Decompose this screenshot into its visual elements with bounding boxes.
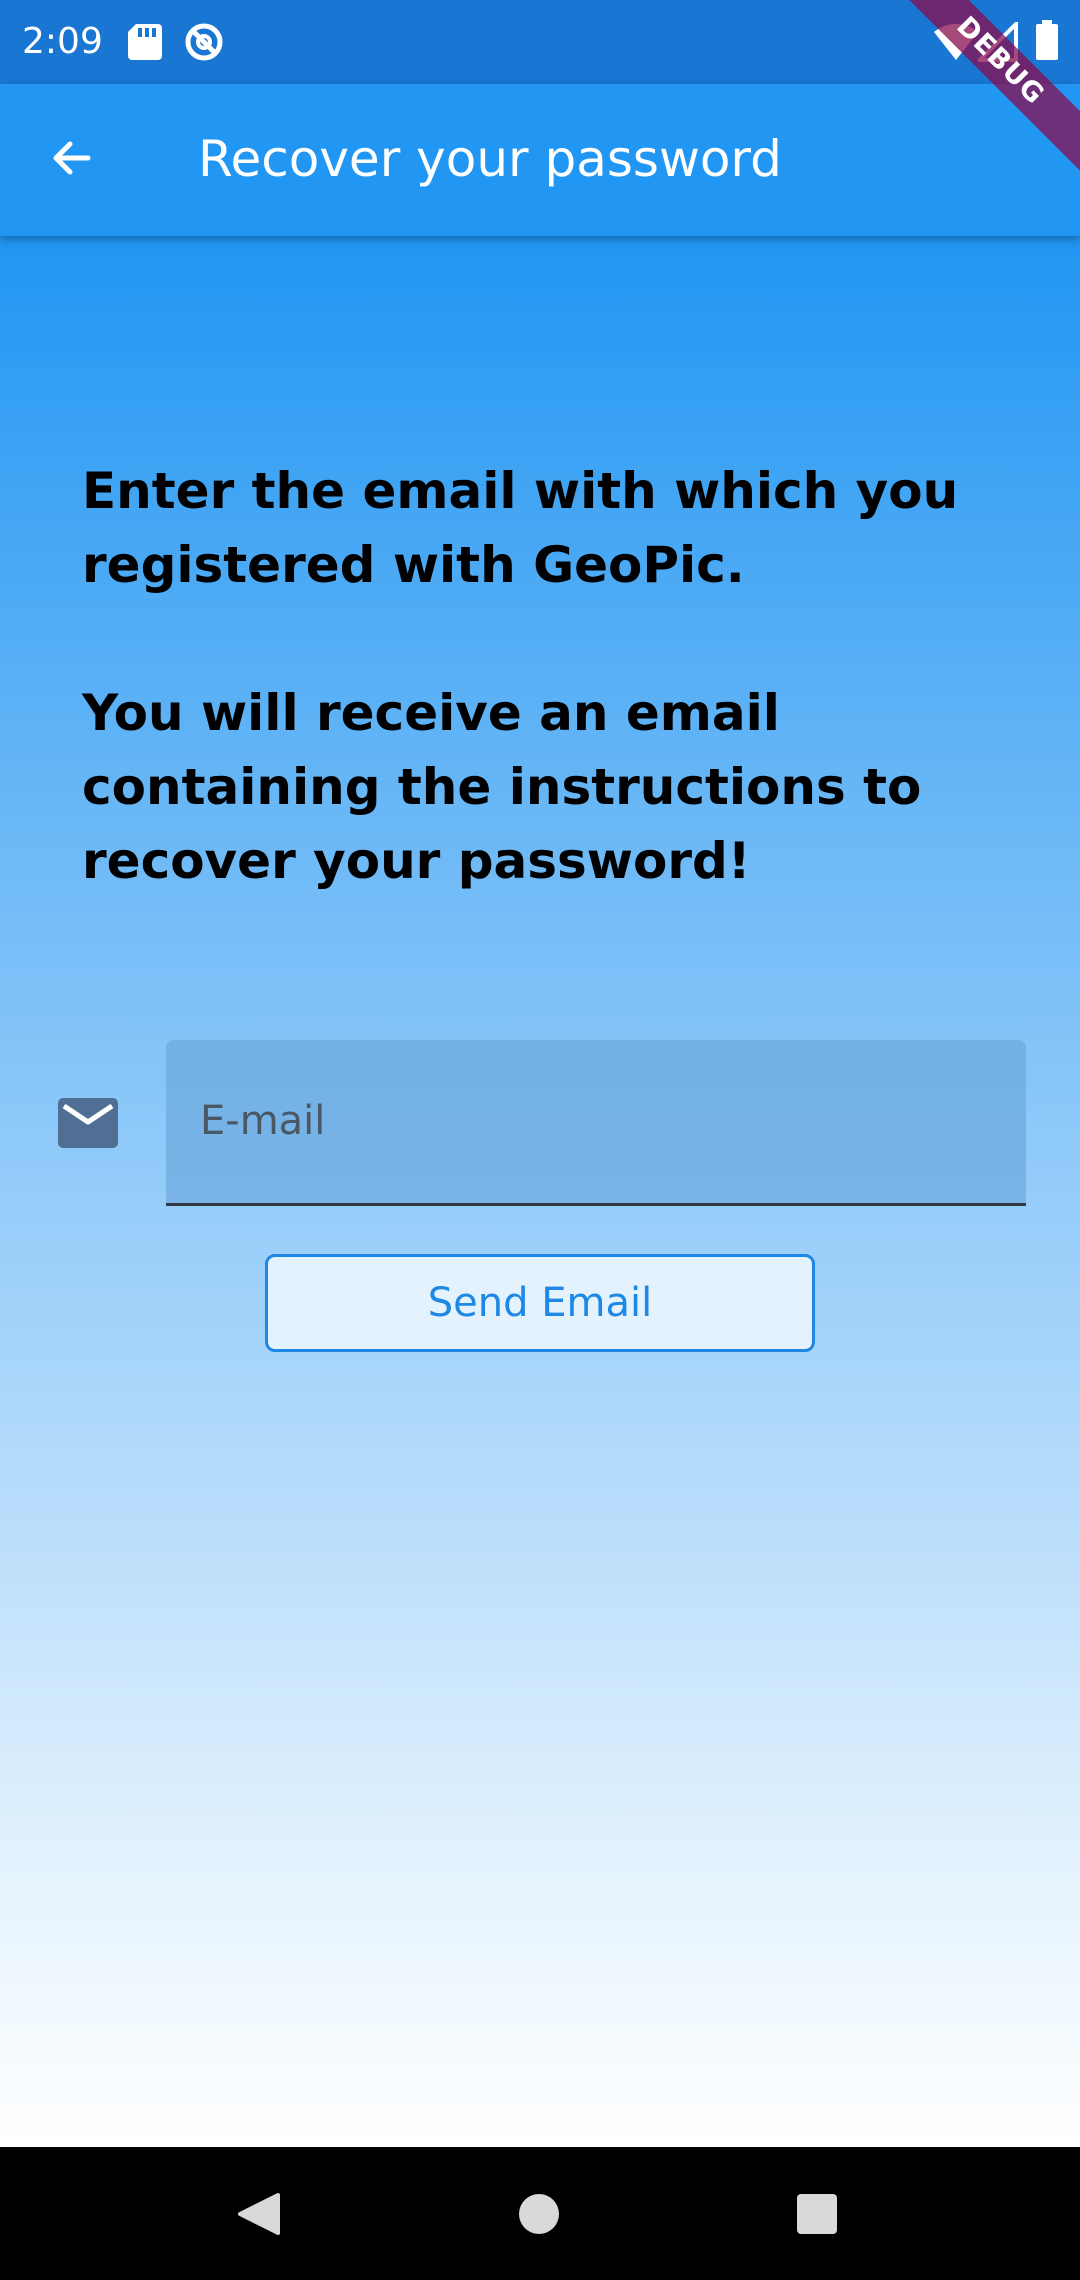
nav-recent-icon[interactable] xyxy=(796,2193,838,2239)
system-nav-bar xyxy=(0,2147,1080,2280)
arrow-left-icon xyxy=(48,134,96,186)
recover-password-form: Enter the email with which you registere… xyxy=(0,236,1080,2147)
nav-home-icon[interactable] xyxy=(518,2193,560,2239)
mail-icon xyxy=(58,1098,118,1152)
app-bar: Recover your password xyxy=(0,84,1080,236)
status-bar: 2:09 xyxy=(0,0,1080,84)
email-field[interactable] xyxy=(166,1040,1026,1206)
page-title: Recover your password xyxy=(198,130,782,188)
send-email-button[interactable]: Send Email xyxy=(265,1254,815,1352)
email-input[interactable] xyxy=(198,1088,982,1154)
back-button[interactable] xyxy=(36,124,108,196)
nav-back-icon[interactable] xyxy=(236,2191,282,2241)
sd-card-icon xyxy=(128,24,162,64)
battery-icon xyxy=(1036,20,1058,64)
sync-icon xyxy=(184,22,224,66)
status-time: 2:09 xyxy=(22,21,103,62)
instructions-text: Enter the email with which you registere… xyxy=(82,462,959,890)
